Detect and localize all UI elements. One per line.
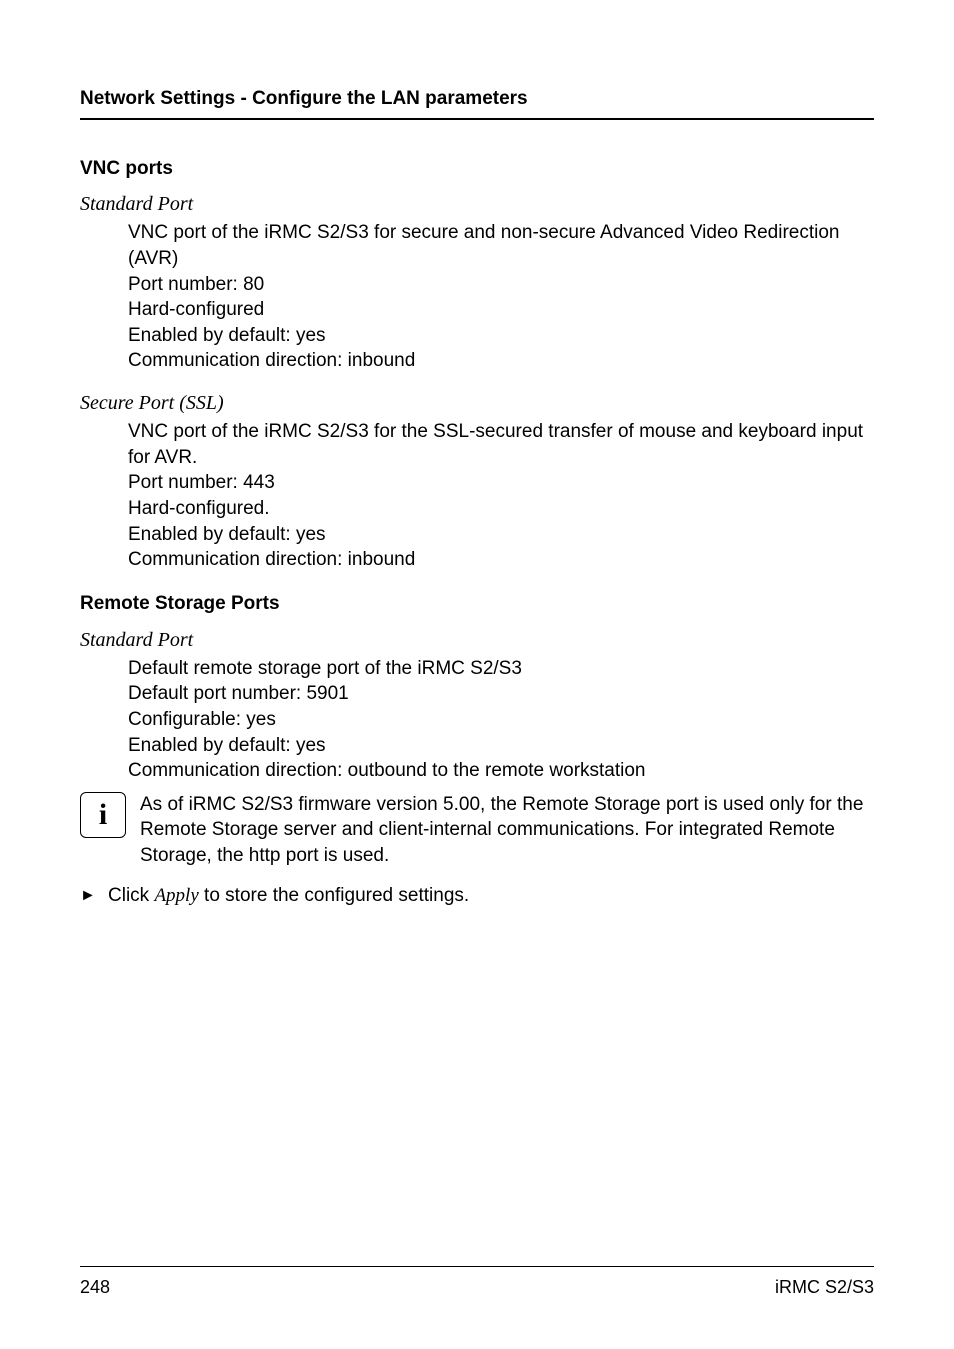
text-line: Communication direction: inbound	[128, 348, 874, 374]
def-vnc-secure: VNC port of the iRMC S2/S3 for the SSL-s…	[128, 419, 874, 573]
info-icon: i	[80, 792, 126, 838]
info-icon-letter: i	[99, 800, 107, 830]
text-line: VNC port of the iRMC S2/S3 for the SSL-s…	[128, 419, 874, 470]
page-footer: 248 iRMC S2/S3	[80, 1266, 874, 1299]
text-line: Port number: 80	[128, 272, 874, 298]
text-span: Click	[108, 885, 154, 906]
triangle-bullet-icon: ►	[80, 883, 108, 907]
apply-text: Click Apply to store the configured sett…	[108, 883, 469, 909]
page-heading: Network Settings - Configure the LAN par…	[80, 86, 874, 120]
text-line: Hard-configured	[128, 297, 874, 323]
term-vnc-secure: Secure Port (SSL)	[80, 390, 874, 417]
text-line: Hard-configured.	[128, 496, 874, 522]
info-note: i As of iRMC S2/S3 firmware version 5.00…	[80, 792, 874, 869]
text-span: to store the configured settings.	[199, 885, 469, 906]
text-line: Default remote storage port of the iRMC …	[128, 656, 874, 682]
section-title-storage: Remote Storage Ports	[80, 591, 874, 617]
text-line: Communication direction: inbound	[128, 547, 874, 573]
term-storage-standard: Standard Port	[80, 627, 874, 654]
page-number: 248	[80, 1275, 110, 1299]
apply-italic: Apply	[154, 885, 198, 906]
footer-product: iRMC S2/S3	[775, 1275, 874, 1299]
text-line: Configurable: yes	[128, 707, 874, 733]
def-vnc-standard: VNC port of the iRMC S2/S3 for secure an…	[128, 220, 874, 374]
text-line: Enabled by default: yes	[128, 323, 874, 349]
section-title-vnc: VNC ports	[80, 156, 874, 182]
text-line: Communication direction: outbound to the…	[128, 758, 874, 784]
apply-instruction: ► Click Apply to store the configured se…	[80, 883, 874, 909]
term-vnc-standard: Standard Port	[80, 191, 874, 218]
def-storage-standard: Default remote storage port of the iRMC …	[128, 656, 874, 784]
document-page: Network Settings - Configure the LAN par…	[0, 0, 954, 1349]
text-line: Port number: 443	[128, 470, 874, 496]
text-line: Enabled by default: yes	[128, 522, 874, 548]
text-line: Enabled by default: yes	[128, 733, 874, 759]
text-line: Default port number: 5901	[128, 681, 874, 707]
info-text: As of iRMC S2/S3 firmware version 5.00, …	[140, 792, 874, 869]
text-line: VNC port of the iRMC S2/S3 for secure an…	[128, 220, 874, 271]
